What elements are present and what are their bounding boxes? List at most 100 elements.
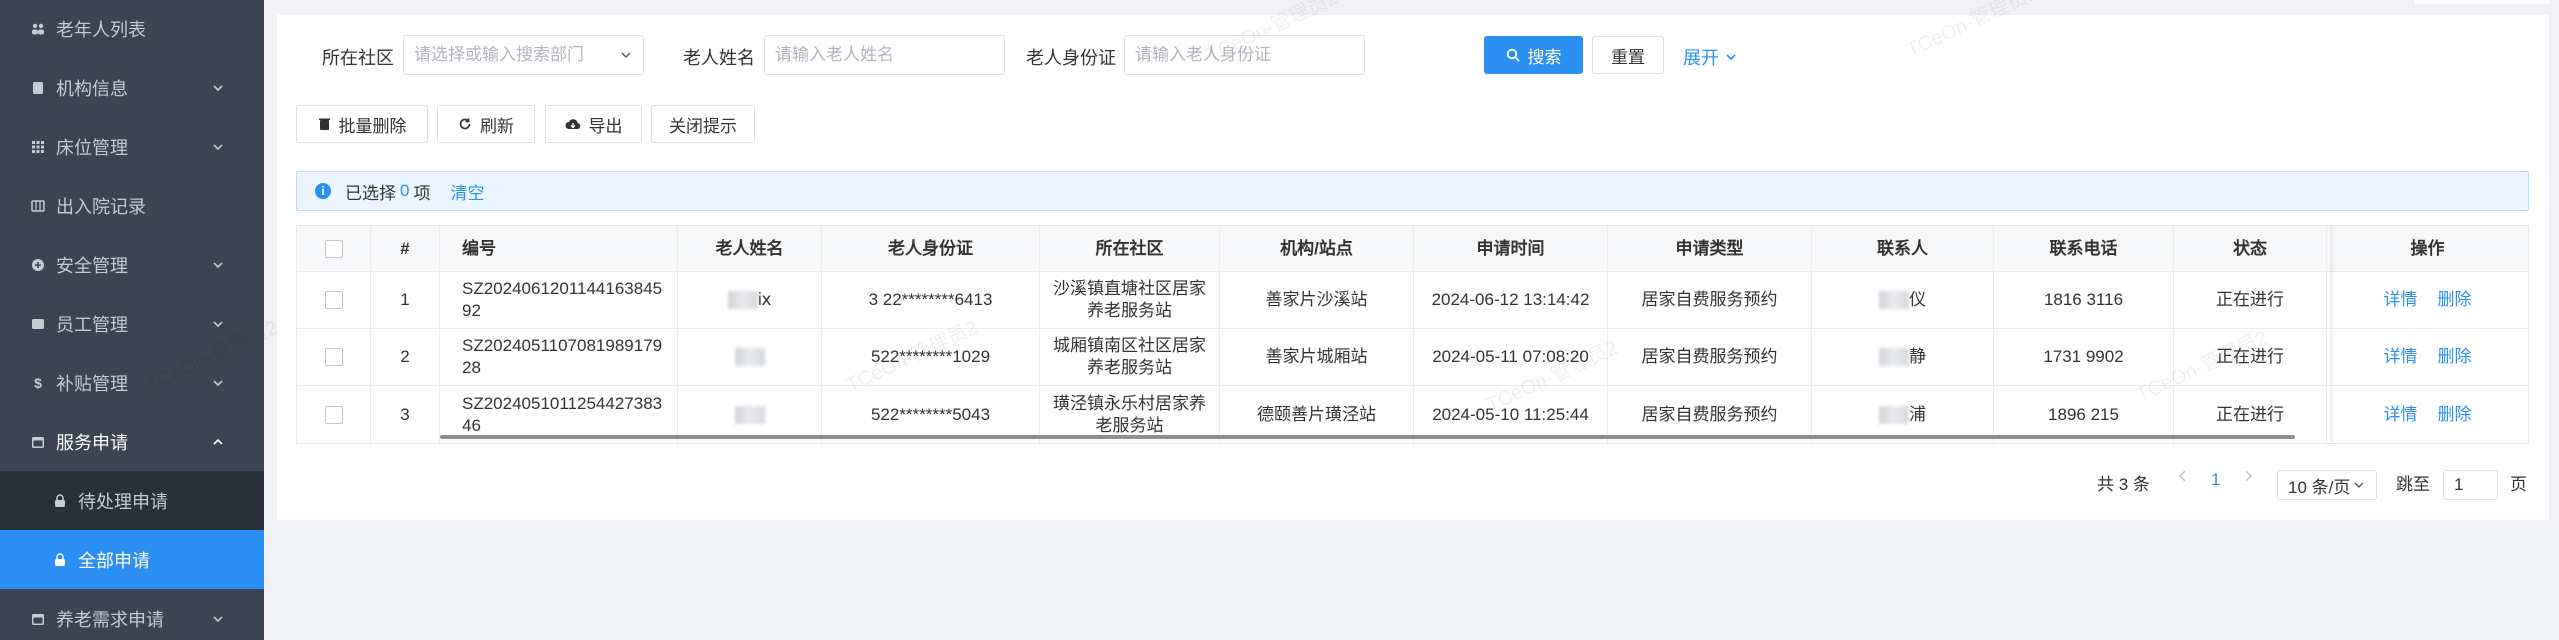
- fixed-column-shadow: [2330, 225, 2336, 442]
- trash-icon: [318, 117, 331, 131]
- row-checkbox[interactable]: [324, 291, 343, 309]
- sidebar-item-all-applications[interactable]: 全部申请: [0, 530, 264, 589]
- applications-table: # 编号 老人姓名 老人身份证 所在社区 机构/站点 申请时间 申请类型 联系人…: [296, 225, 2529, 444]
- jump-page-input[interactable]: 1: [2443, 470, 2498, 500]
- delete-link[interactable]: 删除: [2438, 404, 2472, 426]
- detail-link[interactable]: 详情: [2384, 289, 2418, 311]
- status: 正在进行: [2174, 272, 2327, 328]
- sidebar-item-label: 安全管理: [56, 255, 128, 276]
- sidebar-item-elderly-list[interactable]: 老年人列表: [0, 0, 264, 58]
- redacted-mark: [1879, 405, 1909, 424]
- sidebar-item-service-application[interactable]: 服务申请: [0, 412, 264, 471]
- row-select-cell: [297, 329, 371, 385]
- col-header: 联系电话: [1994, 226, 2174, 271]
- search-icon: [1506, 48, 1520, 62]
- chevron-down-icon: [213, 143, 223, 150]
- sidebar-item-bed-management[interactable]: 床位管理: [0, 117, 264, 176]
- sidebar-item-pending-applications[interactable]: 待处理申请: [0, 471, 264, 530]
- sidebar-item-label: 出入院记录: [56, 196, 146, 217]
- sidebar-item-label: 待处理申请: [78, 491, 168, 512]
- sidebar-item-care-needs-application[interactable]: 养老需求申请: [0, 589, 264, 640]
- delete-link[interactable]: 删除: [2438, 289, 2472, 311]
- dollar-icon: $: [34, 374, 42, 391]
- col-header: 状态: [2174, 226, 2327, 271]
- col-header: 编号: [440, 226, 678, 271]
- apply-time: 2024-06-12 13:14:42: [1414, 272, 1608, 328]
- sidebar-item-org-info[interactable]: 机构信息: [0, 58, 264, 117]
- chevron-down-icon: [621, 52, 631, 58]
- row-index: 2: [371, 329, 440, 385]
- sidebar-item-label: 全部申请: [78, 550, 150, 571]
- apply-type: 居家自费服务预约: [1608, 272, 1812, 328]
- community-label: 所在社区: [322, 48, 394, 68]
- elder-id-input[interactable]: [1124, 35, 1365, 75]
- detail-link[interactable]: 详情: [2384, 346, 2418, 368]
- sidebar-item-subsidy-management[interactable]: $ 补贴管理: [0, 353, 264, 412]
- application-code: SZ202405110708198917928: [440, 329, 678, 385]
- refresh-icon: [458, 117, 472, 131]
- operations-cell: 详情 删除: [2327, 386, 2528, 443]
- elder-name-input[interactable]: [764, 35, 1005, 75]
- chevron-up-icon: [213, 438, 223, 445]
- people-icon: [30, 21, 46, 37]
- delete-link[interactable]: 删除: [2438, 346, 2472, 368]
- contact-cell: 仪: [1812, 272, 1994, 328]
- sidebar-item-admission-records[interactable]: 出入院记录: [0, 176, 264, 235]
- id-card: 522********1029: [822, 329, 1040, 385]
- redacted-mark: [734, 405, 765, 424]
- detail-link[interactable]: 详情: [2384, 404, 2418, 426]
- table-row: 2 SZ202405110708198917928 522********102…: [297, 329, 2528, 386]
- phone: 1816 3116: [1994, 272, 2174, 328]
- id-card: 3 22********6413: [822, 272, 1040, 328]
- reset-button-label: 重置: [1611, 47, 1645, 67]
- select-all-checkbox[interactable]: [324, 239, 343, 258]
- col-header: 申请类型: [1608, 226, 1812, 271]
- close-tip-button[interactable]: 关闭提示: [651, 105, 755, 143]
- col-header: 申请时间: [1414, 226, 1608, 271]
- chevron-down-icon: [2354, 482, 2364, 488]
- export-button[interactable]: 导出: [545, 105, 642, 143]
- expand-button[interactable]: 展开: [1683, 44, 1737, 70]
- export-label: 导出: [588, 116, 623, 136]
- row-checkbox[interactable]: [324, 405, 343, 424]
- chevron-down-icon: [213, 615, 223, 622]
- sidebar-item-label: 老年人列表: [56, 19, 146, 40]
- jump-page-value: 1: [2454, 475, 2464, 494]
- table-row: 1 SZ202406120114416384592 ⅸ 3 22********…: [297, 272, 2528, 329]
- row-index: 1: [371, 272, 440, 328]
- building-icon: [30, 80, 46, 96]
- page-unit-label: 页: [2510, 475, 2527, 494]
- search-button[interactable]: 搜索: [1484, 36, 1583, 74]
- sidebar-item-label: 床位管理: [56, 137, 128, 158]
- page-number-current[interactable]: 1: [2211, 470, 2220, 490]
- alert-suffix: 项: [413, 183, 431, 203]
- sidebar-item-safety-management[interactable]: 安全管理: [0, 235, 264, 294]
- sidebar-item-staff-management[interactable]: 员工管理: [0, 294, 264, 353]
- row-checkbox[interactable]: [324, 348, 343, 366]
- batch-delete-button[interactable]: 批量删除: [296, 105, 428, 143]
- page-size-select[interactable]: 10 条/页: [2277, 470, 2377, 500]
- community-select[interactable]: [403, 35, 644, 75]
- col-header: 所在社区: [1040, 226, 1220, 271]
- operations-cell: 详情 删除: [2327, 329, 2528, 385]
- elder-name: ⅸ: [757, 290, 772, 309]
- chevron-down-icon: [1726, 54, 1736, 61]
- col-header: 老人姓名: [678, 226, 822, 271]
- sidebar-item-label: 补贴管理: [56, 373, 128, 394]
- chevron-down-icon: [213, 320, 223, 327]
- refresh-label: 刷新: [480, 116, 514, 136]
- sidebar: 老年人列表 机构信息 床位管理 出入院记录 安全管理 员工管理 $ 补贴管理 服…: [0, 0, 264, 640]
- next-page-icon[interactable]: [2243, 470, 2253, 482]
- prev-page-icon[interactable]: [2178, 470, 2188, 482]
- page-size-value: 10 条/页: [2288, 477, 2351, 497]
- col-header: 机构/站点: [1220, 226, 1414, 271]
- sidebar-item-label: 服务申请: [56, 432, 128, 453]
- row-index: 3: [371, 386, 440, 443]
- elder-name-cell: ⅸ: [678, 272, 822, 328]
- reset-button[interactable]: 重置: [1592, 36, 1664, 74]
- table-horizontal-scrollbar[interactable]: [440, 435, 2295, 439]
- clear-selection-link[interactable]: 清空: [450, 179, 484, 204]
- col-header: 老人身份证: [822, 226, 1040, 271]
- refresh-button[interactable]: 刷新: [437, 105, 535, 143]
- row-select-cell: [297, 386, 371, 443]
